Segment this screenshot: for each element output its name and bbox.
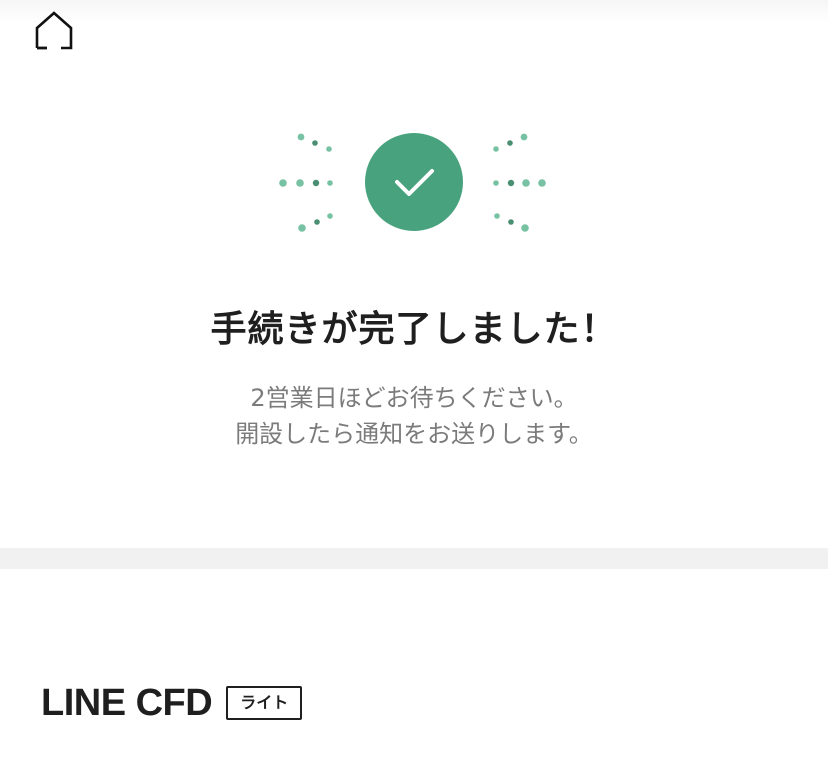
- check-icon: [395, 169, 434, 196]
- message-line: 2営業日ほどお待ちください。: [250, 384, 578, 412]
- section-divider: [0, 548, 828, 569]
- completion-message: 2営業日ほどお待ちください。 開設したら通知をお送りします。: [0, 380, 828, 452]
- product-name: LINE CFD: [41, 681, 213, 724]
- message-line: 開設したら通知をお送りします。: [235, 420, 593, 448]
- product-heading: LINE CFD ライト: [41, 676, 303, 730]
- product-badge: ライト: [226, 686, 303, 720]
- top-bar: [0, 0, 828, 64]
- home-button[interactable]: [30, 10, 78, 58]
- success-badge: [365, 133, 463, 231]
- home-icon: [35, 11, 73, 50]
- completion-title: 手続きが完了しました！: [210, 309, 618, 350]
